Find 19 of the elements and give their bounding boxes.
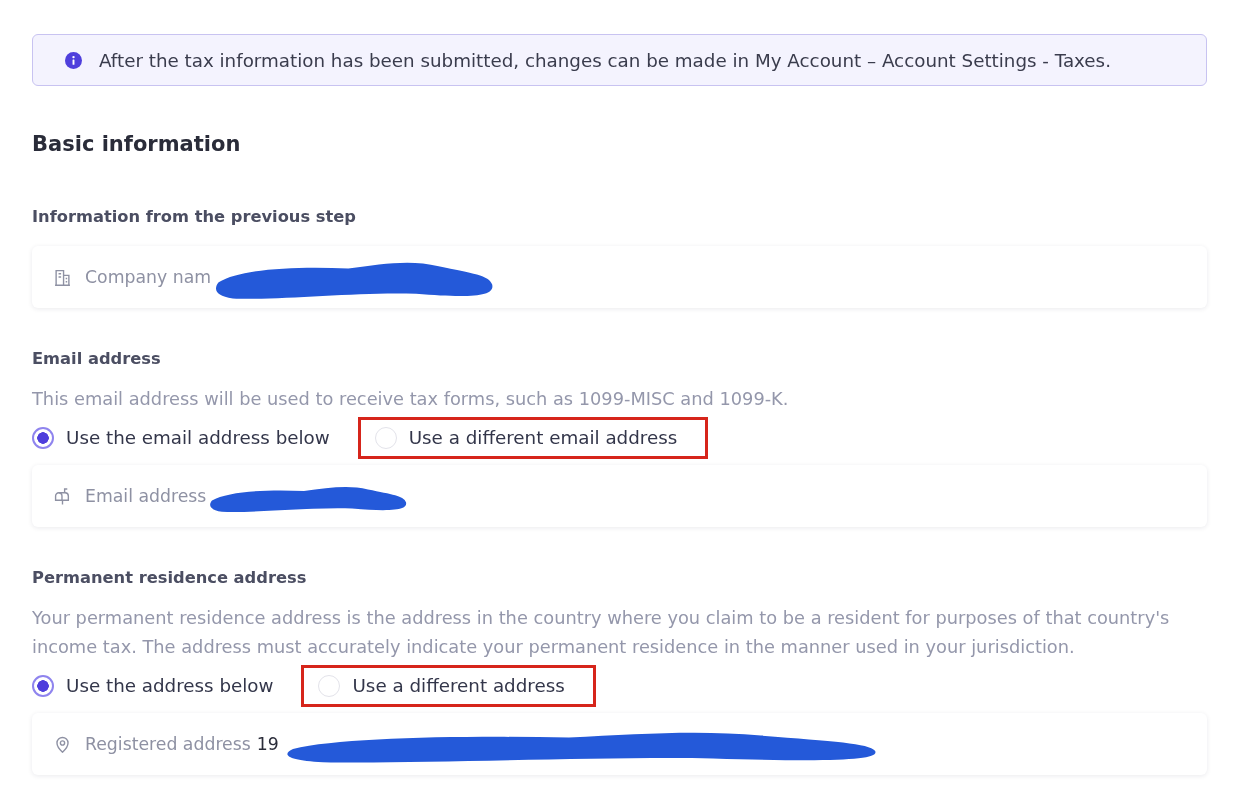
radio-option[interactable]: Use a different email address [374,427,678,449]
subsection-heading: Information from the previous step [32,206,357,228]
description-text: This email address will be used to receive tax forms, such as 1099-MISC and 1099-K. [32,387,790,411]
field-label: Registered address [85,734,251,754]
description-text: Your permanent residence address is the address in the country where you claim to be a resident for purposes of that country's income tax. The address must accurately indicate your permanent residence in the manner used in your jurisdiction. [32,606,1171,659]
field-label: Company nam [85,267,212,287]
notice-text: After the tax information has been submitted, changes can be made in My Account – Account Settings - Taxes. [99,49,1111,71]
mailbox-icon [54,487,71,505]
info-icon [65,51,82,69]
location-pin-icon [54,735,71,753]
subsection-heading: Email address [32,348,162,370]
field-value: 19 [256,734,279,754]
subsection-heading: Permanent residence address [32,567,308,589]
radio-option[interactable]: Use the email address below [32,427,330,449]
building-icon [54,268,71,286]
section-title: Basic information [32,131,242,158]
field-label: Email address [85,486,207,506]
radio-option[interactable]: Use a different address [318,675,565,697]
radio-option[interactable]: Use the address below [32,675,274,697]
